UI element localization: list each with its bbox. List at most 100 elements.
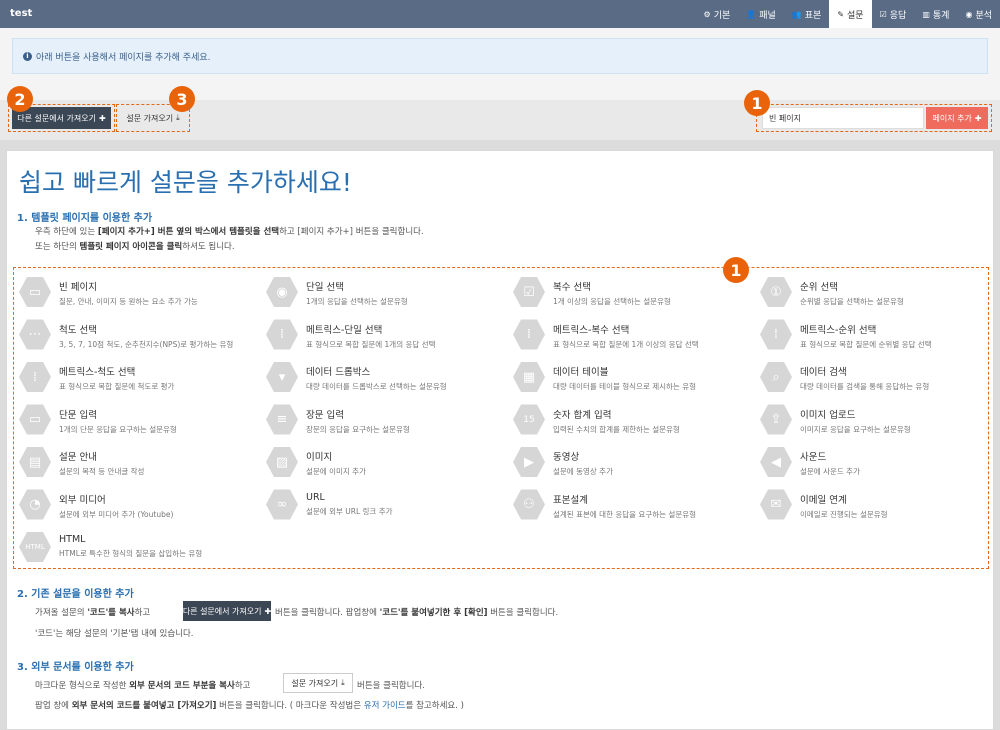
page-template-select[interactable]: 빈 페이지 [762,107,924,129]
template-item[interactable]: ▭ 빈 페이지 질문, 안내, 이미지 등 원하는 요소 추가 가능 [19,276,198,308]
nav-label: 응답 [889,10,907,21]
template-name: 단문 입력 [59,409,97,421]
template-item[interactable]: ① 순위 선택 순위별 응답을 선택하는 설문유형 [760,276,904,308]
plus-icon: ✚ [974,113,982,123]
comment-icon: ▤ [19,446,51,478]
template-item[interactable]: ⚇ 표본설계설계된 표본에 대한 응답을 요구하는 설문유형 [513,489,696,521]
template-item[interactable]: ◀ 사운드 설문에 사운드 추가 [760,446,860,478]
template-item[interactable]: ▭ 단문 입력 1개의 단문 응답을 요구하는 설문유형 [19,404,177,436]
matrix-scale-icon: ⁞ [19,361,51,393]
template-desc: HTML로 특수한 형식의 질문을 삽입하는 유형 [59,549,203,558]
template-item[interactable]: ⁞ 메트릭스-순위 선택 표 형식으로 복합 질문에 순위별 응답 선택 [760,319,932,351]
section3-title: 3. 외부 문서를 이용한 추가 [17,662,134,673]
section1-title: 1. 템플릿 페이지를 이용한 추가 [17,213,153,224]
template-item[interactable]: ▤ 설문 안내 설문의 목적 등 안내글 작성 [19,446,144,478]
section3-line2: 팝업 창에 외부 문서의 코드를 붙여넣고 [가져오기] 버튼을 클릭합니다. … [35,701,464,711]
nav-tab-sample[interactable]: 👥 표본 [784,0,830,28]
inline-import-other-survey-button[interactable]: 다른 설문에서 가져오기 ✚ [183,601,271,621]
top-navbar: test ⚙ 기본 👤 패널 👥 표본 ✎ 설문 ☑ 응답 ▥ 통계 ◉ 분석 [0,0,1000,28]
image-icon: ▨ [266,446,298,478]
section2-title: 2. 기존 설문을 이용한 추가 [17,589,134,600]
number-sum-icon: 15 [513,404,545,435]
nav-label: 표본 [804,10,822,21]
template-item[interactable]: ▾ 데이터 드롭박스 대량 데이터를 드롭박스로 선택하는 설문유형 [266,361,447,393]
inline-import-survey-button[interactable]: 설문 가져오기 ⤓ [283,673,353,693]
template-item[interactable]: HTML HTML HTML로 특수한 형식의 질문을 삽입하는 유형 [19,531,202,563]
template-item[interactable]: ⌕ 데이터 검색 대량 데이터를 검색을 통해 응답하는 유형 [760,361,929,393]
template-item[interactable]: ☑ 복수 선택 1개 이상의 응답을 선택하는 설문유형 [513,276,671,308]
step-badge-2: 2 [7,86,33,112]
user-guide-link[interactable]: 유저 가이드 [364,701,406,711]
table-icon: ▦ [513,361,545,393]
template-item[interactable]: ▦ 데이터 테이블대량 데이터를 테이블 형식으로 제시하는 유형 [513,361,696,393]
template-item[interactable]: ⇪ 이미지 업로드 이미지로 응답을 요구하는 설문유형 [760,404,911,436]
template-item[interactable]: ≡ 장문 입력 장문의 응답을 요구하는 설문유형 [266,404,410,436]
nav-label: 기본 [713,10,731,21]
nav-tab-survey[interactable]: ✎ 설문 [829,0,872,28]
app-title: test [10,8,33,19]
nav-tab-panel[interactable]: 👤 패널 [738,0,784,28]
sample-design-icon: ⚇ [513,489,545,520]
template-item[interactable]: ∞ URL 설문에 외부 URL 링크 추가 [266,489,393,521]
template-name: 이미지 [306,452,333,463]
template-name: 단일 선택 [306,282,344,293]
page-toolbar: 다른 설문에서 가져오기 ✚ 설문 가져오기 ⤓ 빈 페이지 페이지 추가 ✚ [0,100,1000,140]
template-name: 이미지 업로드 [800,409,856,421]
template-desc: 대량 데이터를 테이블 형식으로 제시하는 유형 [553,382,697,391]
step-badge-1: 1 [744,90,770,116]
template-name: 설문 안내 [59,452,97,463]
template-desc: 이메일로 진행되는 설문유형 [800,509,888,519]
rank-icon: ① [760,276,792,308]
template-name: 메트릭스-복수 선택 [553,324,630,336]
template-desc: 설문에 외부 URL 링크 추가 [306,506,393,516]
template-desc: 질문, 안내, 이미지 등 원하는 요소 추가 가능 [59,297,198,306]
template-name: 빈 페이지 [59,282,97,293]
user-icon: 👤 [746,9,757,19]
template-desc: 1개 이상의 응답을 선택하는 설문유형 [553,297,671,306]
matrix-single-icon: ⁞ [266,319,298,350]
template-name: 데이터 검색 [800,367,847,378]
template-item[interactable]: ✉ 이메일 연계 이메일로 진행되는 설문유형 [760,489,888,521]
eye-icon: ◉ [965,9,973,19]
plus-icon: ✚ [98,113,106,123]
template-name: 복수 선택 [553,282,591,293]
template-item[interactable]: ◉ 단일 선택 1개의 응답을 선택하는 설문유형 [266,276,408,308]
template-item[interactable]: ⁞ 메트릭스-단일 선택표 형식으로 복합 질문에 1개의 응답 선택 [266,319,435,351]
template-item[interactable]: ◔ 외부 미디어 설문에 외부 미디어 추가 (Youtube) [19,489,173,521]
template-desc: 표 형식으로 복합 질문에 척도로 평가 [59,382,175,391]
section1-line1: 우측 하단에 있는 [페이지 추가+] 버튼 옆의 박스에서 템플릿을 선택하고… [35,227,424,237]
users-icon: 👥 [791,9,802,19]
template-item[interactable]: 15 숫자 합계 입력 입력된 수치의 합계를 제한하는 설문유형 [513,404,680,436]
matrix-multi-icon: ⁞ [513,319,545,350]
template-item[interactable]: ⁞ 메트릭스-척도 선택 표 형식으로 복합 질문에 척도로 평가 [19,361,174,393]
inline-import-other-label: 다른 설문에서 가져오기 [182,606,262,616]
template-name: 숫자 합계 입력 [553,409,612,421]
template-name: 데이터 테이블 [553,367,609,378]
template-name: 표본설계 [553,494,588,506]
template-name: 장문 입력 [306,409,344,421]
template-desc: 표 형식으로 복합 질문에 순위별 응답 선택 [800,339,932,349]
short-text-icon: ▭ [19,404,51,435]
template-name: 순위 선택 [800,282,838,293]
template-desc: 설계된 표본에 대한 응답을 요구하는 설문유형 [553,509,697,519]
template-item[interactable]: ▶ 동영상 설문에 동영상 추가 [513,446,613,478]
sound-icon: ◀ [760,446,792,478]
dropdown-icon: ▾ [266,361,298,393]
nav-tab-basic[interactable]: ⚙ 기본 [696,0,739,28]
template-desc: 1개의 응답을 선택하는 설문유형 [306,297,408,306]
template-desc: 표 형식으로 복합 질문에 1개의 응답 선택 [306,339,436,349]
add-page-button[interactable]: 페이지 추가 ✚ [926,107,988,129]
matrix-rank-icon: ⁞ [760,319,792,350]
template-desc: 설문에 이미지 추가 [306,467,366,476]
template-desc: 장문의 응답을 요구하는 설문유형 [306,424,410,434]
nav-tab-response[interactable]: ☑ 응답 [872,0,915,28]
nav-tab-statistics[interactable]: ▥ 통계 [914,0,957,28]
template-item[interactable]: ⁞ 메트릭스-복수 선택 표 형식으로 복합 질문에 1개 이상의 응답 선택 [513,319,699,351]
nav-tab-analysis[interactable]: ◉ 분석 [957,0,1000,28]
template-item[interactable]: ⋯ 척도 선택 3, 5, 7, 10점 척도, 순추천지수(NPS)로 평가하는 … [19,319,233,351]
template-name: 메트릭스-단일 선택 [306,324,383,336]
import-other-survey-button[interactable]: 다른 설문에서 가져오기 ✚ [12,107,111,129]
section3-line1-end: 버튼을 클릭합니다. [357,681,425,691]
template-name: 동영상 [553,452,580,463]
template-item[interactable]: ▨ 이미지설문에 이미지 추가 [266,446,366,478]
